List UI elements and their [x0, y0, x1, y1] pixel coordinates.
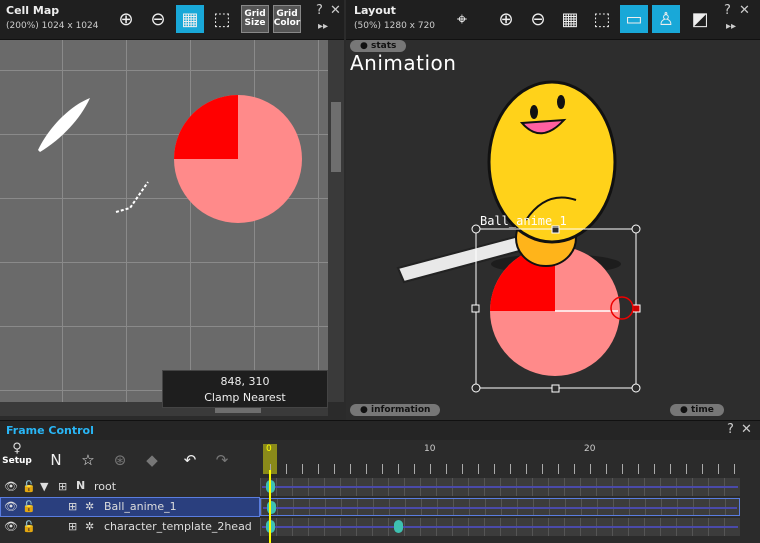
- texture-filter: Clamp Nearest: [204, 391, 286, 404]
- undo-icon[interactable]: ↶: [176, 446, 204, 474]
- cellmap-header: Cell Map (200%) 1024 x 1024 ⊕ ⊖ ▦ ⬚ Grid…: [0, 0, 344, 40]
- frame-number-10: 10: [424, 444, 436, 454]
- help-icon[interactable]: ?: [316, 3, 323, 18]
- help-icon[interactable]: ?: [727, 422, 734, 437]
- handle-bottom-left[interactable]: [471, 383, 481, 393]
- visibility-eye-icon[interactable]: 👁: [4, 500, 18, 513]
- handle-bottom-right[interactable]: [631, 383, 641, 393]
- grid-color-label2: Color: [273, 18, 301, 28]
- cellmap-title: Cell Map: [6, 4, 60, 17]
- visibility-eye-icon[interactable]: 👁: [4, 520, 18, 533]
- layer-row-ball[interactable]: 👁 🔓 ⊞ ✲ Ball_anime_1: [0, 497, 260, 517]
- layout-zoom-info: (50%) 1280 x 720: [354, 21, 436, 31]
- layer-label: Ball_anime_1: [104, 500, 177, 513]
- layer-label: root: [94, 480, 117, 493]
- layout-canvas[interactable]: ● stats Animation Ball_anime_1 ● informa…: [346, 40, 760, 420]
- frame-number-20: 20: [584, 444, 596, 454]
- setup-label: Setup: [2, 456, 32, 466]
- handle-top-right[interactable]: [631, 224, 641, 234]
- character-display-icon[interactable]: ♙: [652, 5, 680, 33]
- handle-right[interactable]: [632, 304, 641, 313]
- dash-sprite: [115, 181, 149, 213]
- more-icon[interactable]: ▸▸: [726, 21, 736, 32]
- add-part-icon[interactable]: ⊛: [106, 446, 134, 474]
- layout-title: Layout: [354, 4, 396, 17]
- lock-icon[interactable]: 🔓: [22, 520, 36, 533]
- brush-stroke-sprite: [38, 98, 90, 152]
- redo-icon[interactable]: ↷: [208, 446, 236, 474]
- help-icon[interactable]: ?: [724, 3, 731, 18]
- select-cell-icon[interactable]: ⬚: [208, 5, 236, 33]
- handle-top-left[interactable]: [471, 224, 481, 234]
- frame-control-toolbar: ♀ Setup N ☆ ⊛ ◆ ↶ ↷: [0, 440, 260, 476]
- select-icon[interactable]: ⬚: [588, 5, 616, 33]
- timeline-row-character[interactable]: [260, 518, 740, 536]
- zoom-in-icon[interactable]: ⊕: [492, 5, 520, 33]
- more-icon[interactable]: ▸▸: [318, 21, 328, 32]
- zoom-out-icon[interactable]: ⊖: [524, 5, 552, 33]
- frame-number-0: 0: [266, 444, 272, 454]
- grid-icon[interactable]: ▦: [556, 5, 584, 33]
- background-icon[interactable]: ◩: [686, 5, 714, 33]
- setup-button[interactable]: ♀ Setup: [2, 442, 32, 474]
- grid-size-button[interactable]: Grid Size: [241, 5, 269, 33]
- layer-row-root[interactable]: 👁 🔓 ▼ ⊞ N root: [0, 477, 260, 497]
- timeline-row-root[interactable]: [260, 478, 740, 496]
- delete-part-icon[interactable]: ◆: [138, 446, 166, 474]
- lock-icon[interactable]: 🔓: [22, 480, 36, 493]
- close-icon[interactable]: ✕: [739, 3, 750, 18]
- cellmap-canvas[interactable]: [0, 40, 328, 402]
- layout-scene: [396, 80, 641, 393]
- frame-control-header: Frame Control ? ✕: [0, 420, 760, 440]
- keyframe[interactable]: [394, 520, 403, 533]
- time-tab[interactable]: ● time: [670, 404, 724, 416]
- cellmap-sprites: [38, 95, 302, 223]
- cellmap-zoom-info: (200%) 1024 x 1024: [6, 21, 99, 31]
- part-type-icon: ✲: [85, 520, 95, 533]
- zoom-out-icon[interactable]: ⊖: [144, 5, 172, 33]
- layer-row-character[interactable]: 👁 🔓 ⊞ ✲ character_template_2head: [0, 517, 260, 537]
- frame-ruler: 0 10 20: [260, 440, 760, 476]
- setup-icon: ♀: [12, 441, 22, 456]
- close-icon[interactable]: ✕: [330, 3, 341, 18]
- add-child-icon[interactable]: ⊞: [58, 480, 67, 493]
- vertical-scroll-thumb[interactable]: [331, 102, 341, 172]
- ruler-ticks: [270, 464, 750, 474]
- timeline-row-ball[interactable]: [260, 498, 740, 516]
- grid-toggle-icon[interactable]: ▦: [176, 5, 204, 33]
- cellmap-info-box: 848, 310 Clamp Nearest: [162, 370, 328, 408]
- character-eye-left: [530, 105, 538, 119]
- visibility-eye-icon[interactable]: 👁: [4, 480, 18, 493]
- handle-bottom[interactable]: [551, 384, 560, 393]
- character-eye-right: [557, 95, 565, 109]
- add-effect-icon[interactable]: ☆: [74, 446, 102, 474]
- expand-arrow-icon[interactable]: ▼: [40, 480, 48, 493]
- pie-sprite-dark: [174, 95, 238, 159]
- part-type-icon: ✲: [85, 500, 95, 513]
- grid-color-button[interactable]: Grid Color: [273, 5, 301, 33]
- frame-display-icon[interactable]: ▭: [620, 5, 648, 33]
- zoom-in-icon[interactable]: ⊕: [112, 5, 140, 33]
- layer-label: character_template_2head: [104, 520, 252, 533]
- part-label: Ball_anime_1: [480, 214, 567, 228]
- lock-icon[interactable]: 🔓: [22, 500, 36, 513]
- handle-left[interactable]: [471, 304, 480, 313]
- information-tab[interactable]: ● information: [350, 404, 441, 416]
- close-icon[interactable]: ✕: [741, 422, 752, 437]
- layout-header: Layout (50%) 1280 x 720 ⌖ ⊕ ⊖ ▦ ⬚ ▭ ♙ ◩ …: [346, 0, 760, 40]
- null-type-icon: N: [76, 479, 86, 492]
- grid-size-label2: Size: [244, 18, 266, 28]
- timeline[interactable]: 0 10 20: [260, 440, 760, 543]
- frame-control-title: Frame Control: [6, 424, 94, 437]
- add-child-icon[interactable]: ⊞: [68, 520, 77, 533]
- crosshair-icon[interactable]: ⌖: [448, 5, 476, 33]
- add-null-icon[interactable]: N: [42, 446, 70, 474]
- playhead-line: [269, 470, 271, 543]
- cellmap-vertical-scrollbar[interactable]: [328, 40, 344, 402]
- add-child-icon[interactable]: ⊞: [68, 500, 77, 513]
- cursor-coordinates: 848, 310: [220, 375, 270, 388]
